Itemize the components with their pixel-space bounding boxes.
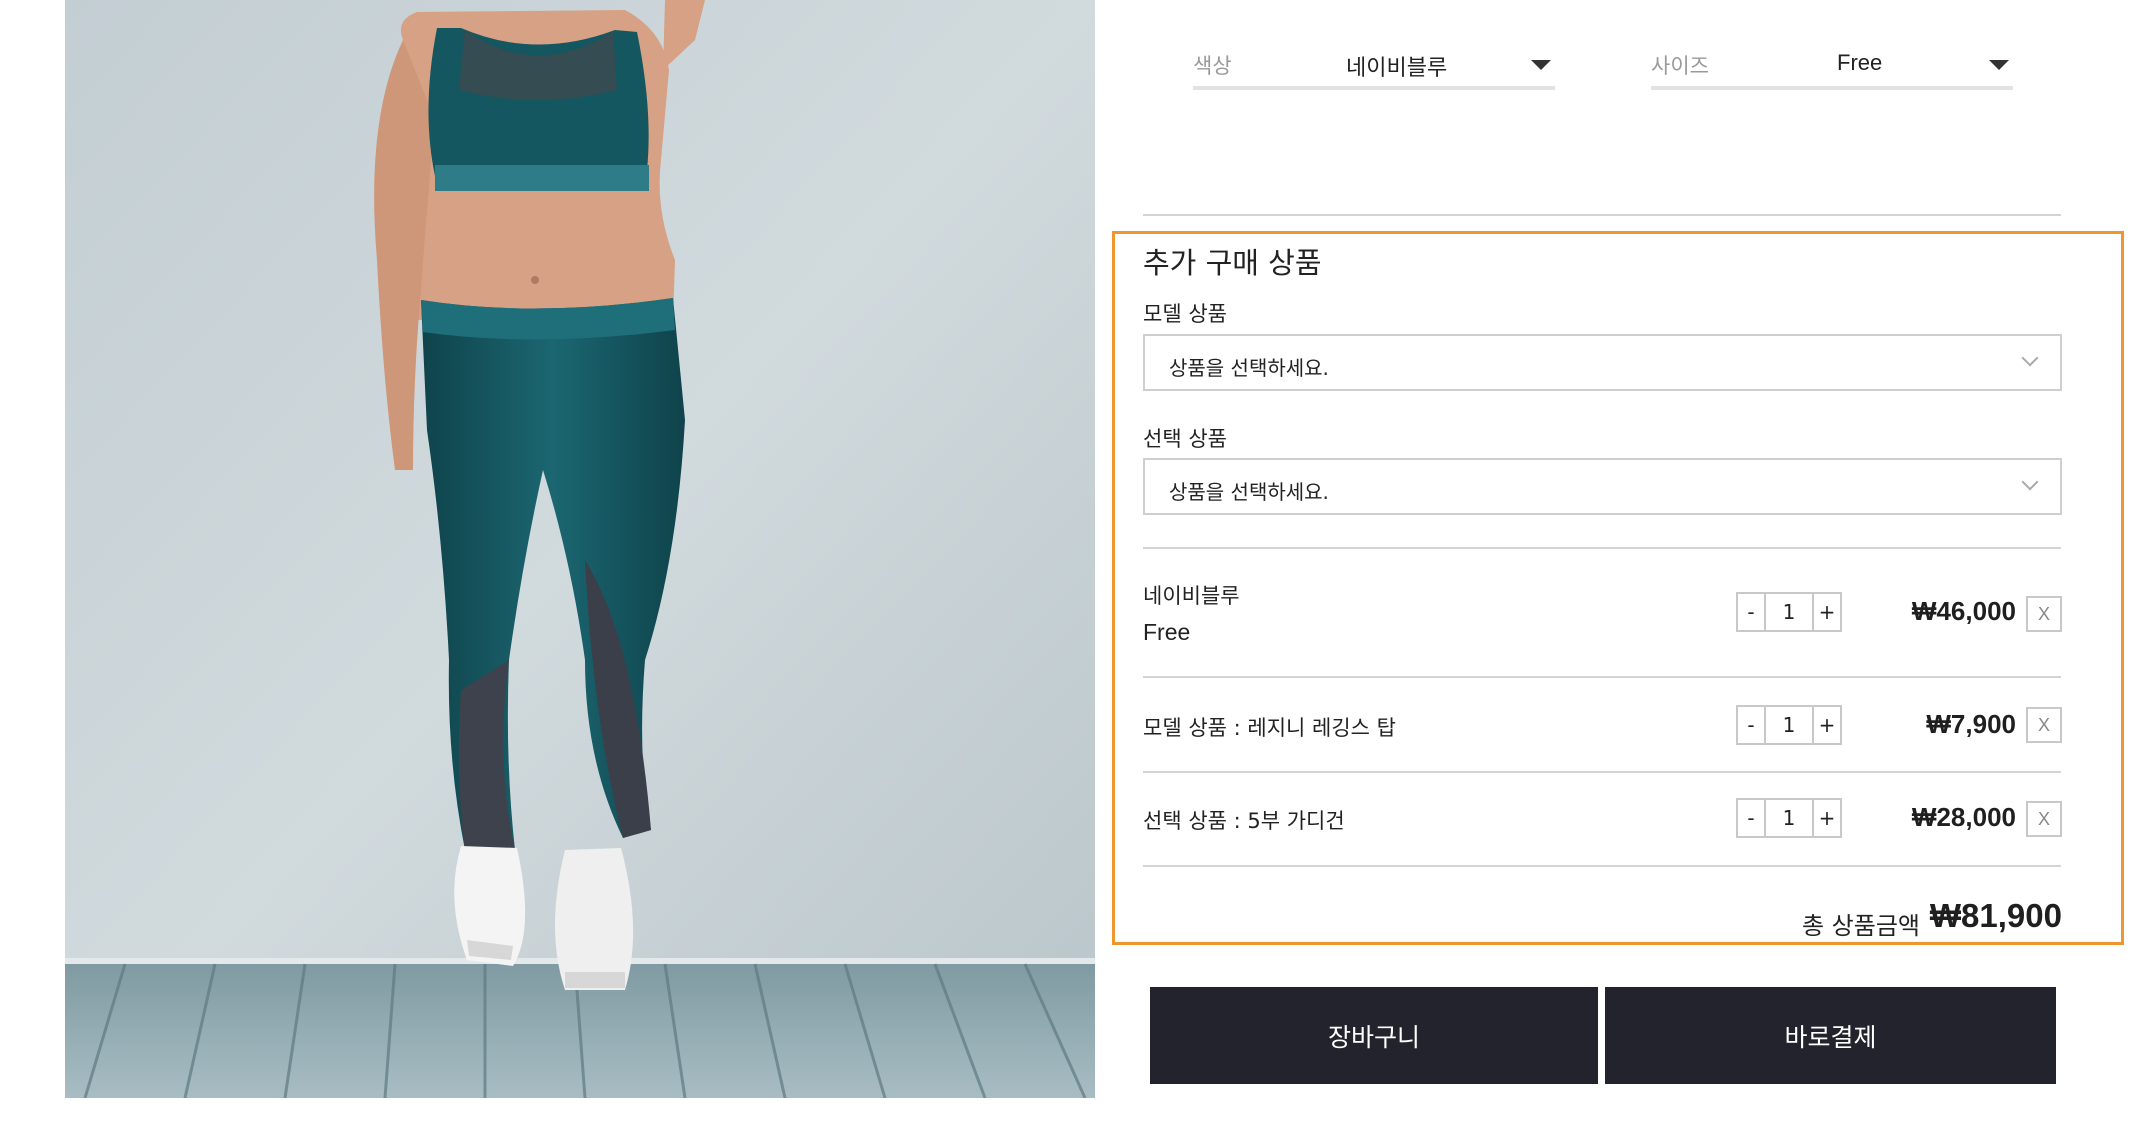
remove-button[interactable]: X (2026, 707, 2062, 743)
caret-down-icon (1989, 60, 2009, 70)
divider (1143, 865, 2061, 867)
add-to-cart-button[interactable]: 장바구니 (1150, 987, 1598, 1084)
divider (1143, 547, 2061, 549)
quantity-stepper: - 1 + (1736, 592, 1842, 632)
color-select[interactable]: 색상 네이비블루 (1193, 30, 1555, 90)
product-photo (65, 0, 1095, 1098)
cart-line-name: 네이비블루 (1143, 584, 1240, 608)
size-select-label: 사이즈 (1651, 54, 1709, 78)
size-select-value: Free (1837, 50, 1883, 75)
chevron-down-icon (2021, 349, 2039, 367)
quantity-stepper: - 1 + (1736, 705, 1842, 745)
quantity-value[interactable]: 1 (1764, 800, 1814, 836)
color-select-value: 네이비블루 (1346, 55, 1448, 80)
remove-button[interactable]: X (2026, 801, 2062, 837)
cart-line-price: ₩7,900 (1926, 709, 2016, 739)
color-select-label: 색상 (1193, 54, 1232, 78)
cart-line-price: ₩28,000 (1911, 802, 2016, 832)
chevron-down-icon (2021, 473, 2039, 491)
quantity-value[interactable]: 1 (1764, 594, 1814, 630)
model-product-label: 모델 상품 (1143, 302, 1227, 326)
quantity-stepper: - 1 + (1736, 798, 1842, 838)
model-product-select[interactable]: 상품을 선택하세요. (1143, 334, 2062, 391)
decrement-button[interactable]: - (1738, 707, 1764, 743)
cart-line-option: Free (1143, 619, 1191, 645)
divider (1143, 771, 2061, 773)
increment-button[interactable]: + (1814, 707, 1840, 743)
total-price: ₩81,900 (1929, 897, 2062, 934)
total-label: 총 상품금액 (1801, 912, 1920, 940)
caret-down-icon (1531, 60, 1551, 70)
size-select[interactable]: 사이즈 Free (1651, 30, 2013, 90)
model-product-placeholder: 상품을 선택하세요. (1169, 356, 1329, 380)
buy-now-button[interactable]: 바로결제 (1605, 987, 2056, 1084)
addon-section-title: 추가 구매 상품 (1143, 246, 1322, 280)
decrement-button[interactable]: - (1738, 800, 1764, 836)
cart-line-name: 선택 상품 : 5부 가디건 (1143, 809, 1345, 833)
increment-button[interactable]: + (1814, 594, 1840, 630)
decrement-button[interactable]: - (1738, 594, 1764, 630)
choice-product-label: 선택 상품 (1143, 427, 1227, 451)
remove-button[interactable]: X (2026, 596, 2062, 632)
divider (1143, 214, 2061, 216)
cart-line-name: 모델 상품 : 레지니 레깅스 탑 (1143, 716, 1396, 740)
choice-product-placeholder: 상품을 선택하세요. (1169, 480, 1329, 504)
choice-product-select[interactable]: 상품을 선택하세요. (1143, 458, 2062, 515)
quantity-value[interactable]: 1 (1764, 707, 1814, 743)
divider (1143, 676, 2061, 678)
cart-line-price: ₩46,000 (1911, 596, 2016, 626)
increment-button[interactable]: + (1814, 800, 1840, 836)
